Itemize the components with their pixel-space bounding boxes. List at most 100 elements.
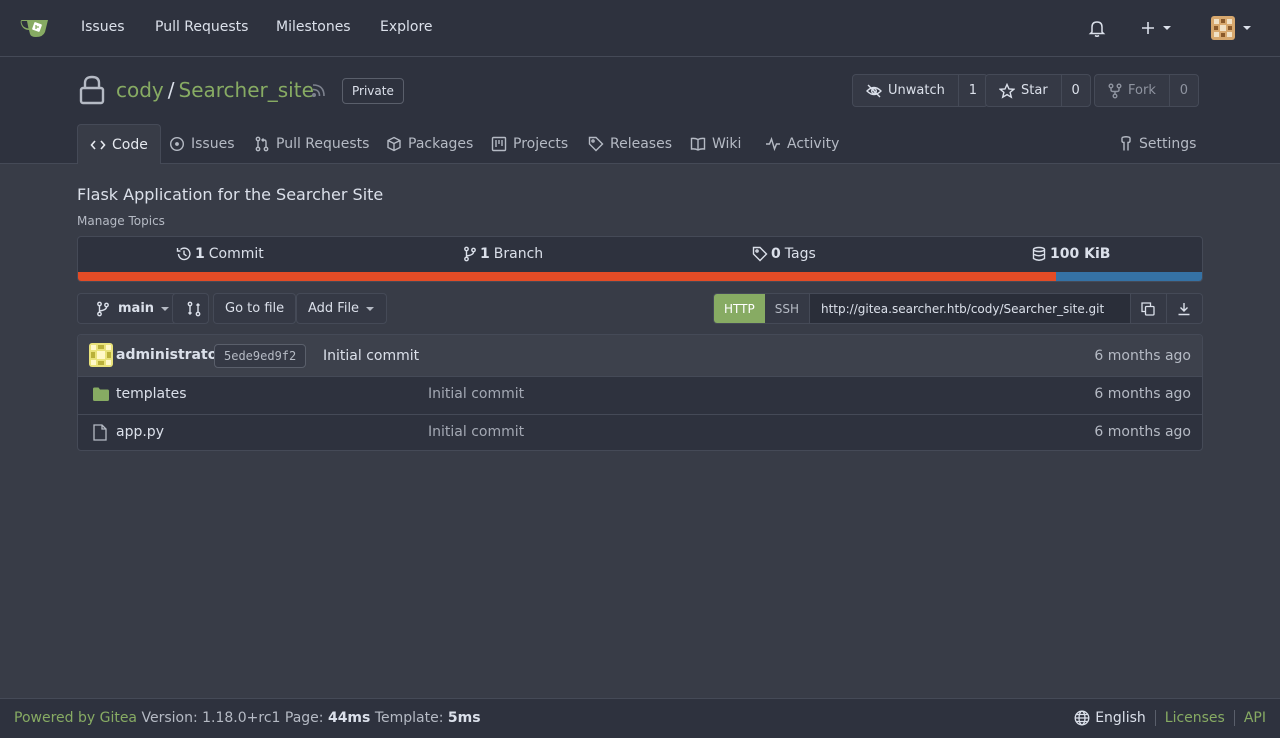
tab-packages-label: Packages: [408, 136, 474, 152]
language-bar: [78, 272, 1202, 281]
chevron-down-icon: [154, 304, 170, 314]
tab-projects[interactable]: Projects: [491, 124, 568, 164]
go-to-file-button[interactable]: Go to file: [213, 293, 297, 324]
api-link[interactable]: API: [1244, 710, 1266, 726]
commit-message[interactable]: Initial commit: [323, 348, 419, 364]
compare-button[interactable]: [172, 293, 209, 324]
commit-time: 6 months ago: [1094, 348, 1191, 364]
nav-milestones[interactable]: Milestones: [276, 19, 351, 35]
clone-ssh-button[interactable]: SSH: [764, 294, 810, 323]
nav-pull-requests[interactable]: Pull Requests: [155, 19, 248, 35]
star-label: Star: [1021, 83, 1048, 98]
branch-selector[interactable]: main: [77, 293, 184, 324]
powered-by-gitea-link[interactable]: Powered by Gitea: [14, 710, 137, 726]
copy-url-button[interactable]: [1129, 294, 1166, 323]
tab-releases-label: Releases: [610, 136, 672, 152]
history-icon: [176, 246, 195, 262]
code-icon: [90, 137, 112, 153]
repo-stats-bar: 1 Commit 1 Branch 0 Tags 100 KiB: [77, 236, 1203, 282]
tab-code-label: Code: [112, 136, 148, 153]
add-file-dropdown[interactable]: Add File: [296, 293, 388, 324]
template-time: 5ms: [447, 710, 481, 726]
size-stat: 100 KiB: [1031, 246, 1114, 262]
tab-packages[interactable]: Packages: [386, 124, 473, 164]
tags-label: Tags: [784, 246, 816, 262]
private-lock-icon: [79, 75, 105, 105]
book-icon: [690, 136, 712, 152]
tab-issues[interactable]: Issues: [169, 124, 235, 164]
tag-icon: [588, 136, 610, 152]
branch-icon: [90, 301, 110, 317]
tab-issues-label: Issues: [191, 136, 235, 152]
file-name[interactable]: app.py: [116, 424, 164, 440]
repo-title-separator: /: [167, 78, 175, 102]
tab-code[interactable]: Code: [77, 124, 161, 164]
footer-divider: [1233, 710, 1235, 726]
nav-explore[interactable]: Explore: [380, 19, 433, 35]
user-avatar-menu[interactable]: [1211, 16, 1253, 40]
page-time: 44ms: [327, 710, 371, 726]
tab-activity-label: Activity: [787, 136, 840, 152]
latest-commit-row: administrator 5ede9ed9f2 Initial commit …: [78, 335, 1202, 377]
language-bar-segment: [1055, 272, 1202, 281]
licenses-link[interactable]: Licenses: [1165, 710, 1225, 726]
star-button[interactable]: Star: [986, 75, 1062, 106]
database-icon: [1031, 246, 1050, 262]
commits-stat[interactable]: 1 Commit: [176, 246, 264, 262]
notifications-bell-icon[interactable]: [1088, 19, 1106, 37]
repo-owner-link[interactable]: cody: [116, 78, 164, 102]
tab-wiki[interactable]: Wiki: [690, 124, 741, 164]
fork-label: Fork: [1128, 83, 1156, 98]
commit-sha-button[interactable]: 5ede9ed9f2: [214, 344, 307, 368]
commit-author[interactable]: administrator: [116, 347, 224, 363]
language-label: English: [1095, 710, 1146, 726]
package-icon: [386, 136, 408, 152]
file-commit-time: 6 months ago: [1094, 424, 1191, 440]
download-archive-button[interactable]: [1165, 294, 1202, 323]
tab-settings[interactable]: Settings: [1119, 124, 1196, 164]
manage-topics-link[interactable]: Manage Topics: [77, 214, 165, 228]
file-name[interactable]: templates: [116, 386, 187, 402]
footer-divider: [1154, 710, 1156, 726]
pulse-icon: [765, 136, 787, 152]
rss-feed-icon[interactable]: [311, 82, 327, 98]
tab-pull-requests[interactable]: Pull Requests: [254, 124, 369, 164]
tags-stat[interactable]: 0 Tags: [752, 246, 816, 262]
branches-stat[interactable]: 1 Branch: [463, 246, 543, 262]
branches-label: Branch: [493, 246, 544, 262]
download-icon: [1177, 302, 1191, 316]
unwatch-button[interactable]: Unwatch: [853, 75, 959, 106]
file-row[interactable]: app.py Initial commit 6 months ago: [78, 414, 1202, 450]
repo-description: Flask Application for the Searcher Site: [77, 185, 384, 204]
star-count[interactable]: 0: [1062, 75, 1090, 106]
unwatch-label: Unwatch: [888, 83, 945, 98]
fork-count[interactable]: 0: [1170, 75, 1198, 106]
clone-http-button[interactable]: HTTP: [714, 294, 765, 323]
tab-projects-label: Projects: [513, 136, 569, 152]
star-button-group: Star 0: [985, 74, 1091, 107]
page-footer: Powered by Gitea Version: 1.18.0+rc1 Pag…: [0, 698, 1280, 738]
file-commit-message[interactable]: Initial commit: [428, 424, 524, 440]
create-new-plus-icon[interactable]: [1141, 20, 1173, 36]
fork-button[interactable]: Fork: [1095, 75, 1170, 106]
file-row[interactable]: templates Initial commit 6 months ago: [78, 377, 1202, 414]
file-commit-message[interactable]: Initial commit: [428, 386, 524, 402]
clone-panel: HTTP SSH: [713, 293, 1203, 324]
commits-label: Commit: [208, 246, 264, 262]
branch-name: main: [118, 301, 155, 316]
gitea-logo-icon[interactable]: [20, 16, 50, 38]
tab-pull-requests-label: Pull Requests: [276, 136, 370, 152]
tab-releases[interactable]: Releases: [588, 124, 672, 164]
nav-issues[interactable]: Issues: [81, 19, 125, 35]
template-label: Template:: [374, 710, 444, 726]
watch-count[interactable]: 1: [959, 75, 987, 106]
repo-title: cody / Searcher_site: [116, 78, 314, 102]
committer-avatar[interactable]: [89, 343, 113, 367]
clone-url-input[interactable]: [809, 294, 1130, 323]
repo-name-link[interactable]: Searcher_site: [179, 78, 314, 102]
tools-icon: [1119, 136, 1139, 152]
tags-count: 0: [771, 246, 781, 262]
repo-size: 100 KiB: [1050, 246, 1111, 262]
language-selector[interactable]: English: [1074, 710, 1146, 726]
tab-activity[interactable]: Activity: [765, 124, 839, 164]
